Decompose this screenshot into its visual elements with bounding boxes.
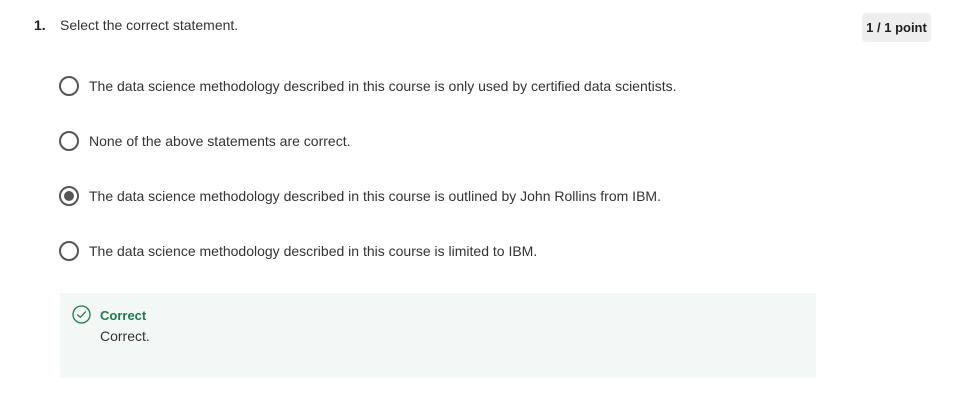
answer-option-2[interactable]: None of the above statements are correct… bbox=[59, 128, 839, 154]
answer-option-1[interactable]: The data science methodology described i… bbox=[59, 73, 839, 99]
answer-options: The data science methodology described i… bbox=[59, 73, 839, 293]
answer-option-label: None of the above statements are correct… bbox=[89, 133, 351, 149]
radio-button-1[interactable] bbox=[59, 76, 79, 96]
radio-button-4[interactable] bbox=[59, 241, 79, 261]
feedback-text: Correct. bbox=[100, 328, 150, 344]
answer-option-label: The data science methodology described i… bbox=[89, 243, 538, 259]
answer-option-label: The data science methodology described i… bbox=[89, 188, 661, 204]
radio-button-2[interactable] bbox=[59, 131, 79, 151]
feedback-panel: Correct Correct. bbox=[60, 293, 816, 378]
question-text: Select the correct statement. bbox=[60, 17, 239, 33]
answer-option-4[interactable]: The data science methodology described i… bbox=[59, 238, 839, 264]
check-circle-icon bbox=[72, 305, 91, 324]
radio-button-3[interactable] bbox=[59, 186, 79, 206]
feedback-title: Correct bbox=[100, 308, 147, 323]
answer-option-label: The data science methodology described i… bbox=[89, 78, 677, 94]
question-number: 1. bbox=[34, 17, 46, 33]
score-badge: 1 / 1 point bbox=[862, 13, 931, 42]
answer-option-3[interactable]: The data science methodology described i… bbox=[59, 183, 839, 209]
